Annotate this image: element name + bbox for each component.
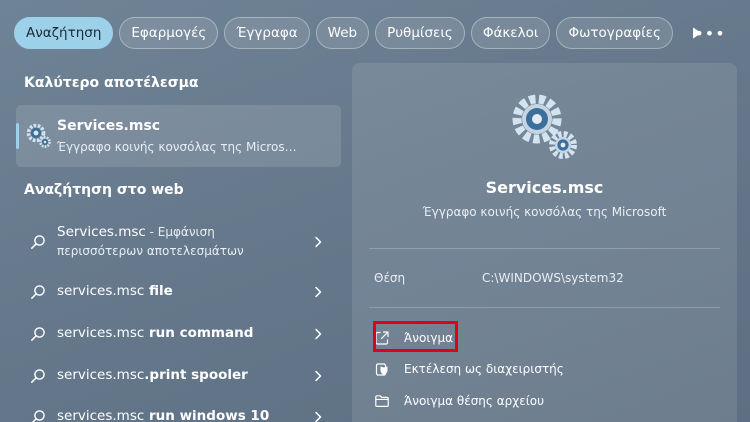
location-label: Θέση bbox=[374, 271, 406, 285]
web-result-query: services.msc bbox=[57, 367, 145, 383]
divider bbox=[369, 307, 720, 308]
web-result-label: services.msc run command bbox=[57, 325, 253, 341]
run-as-admin-label: Εκτέλεση ως διαχειριστής bbox=[404, 362, 564, 376]
details-title: Services.msc bbox=[485, 178, 604, 197]
tab-photos[interactable]: Φωτογραφίες bbox=[556, 17, 673, 49]
tab-settings[interactable]: Ρυθμίσεις bbox=[375, 17, 465, 49]
open-file-location-action[interactable]: Άνοιγμα θέσης αρχείου bbox=[374, 389, 544, 413]
search-icon bbox=[31, 285, 45, 299]
chevron-right-icon bbox=[315, 411, 322, 422]
tab-search[interactable]: Αναζήτηση bbox=[14, 17, 114, 49]
web-result-extra: - Εμφάνιση bbox=[145, 225, 215, 239]
search-icon bbox=[31, 327, 45, 341]
tab-documents[interactable]: Έγγραφα bbox=[224, 17, 310, 49]
web-result-item[interactable]: services.msc.print spooler bbox=[16, 363, 341, 389]
tab-folders[interactable]: Φάκελοι bbox=[470, 17, 551, 49]
chevron-right-icon bbox=[315, 370, 322, 382]
more-options-button[interactable]: ••• bbox=[694, 17, 724, 49]
search-icon bbox=[31, 410, 45, 422]
web-result-query: services.msc bbox=[57, 283, 145, 299]
tab-apps[interactable]: Εφαρμογές bbox=[119, 17, 219, 49]
web-result-label: Services.msc - Εμφάνιση bbox=[57, 224, 215, 240]
web-result-suffix: .print spooler bbox=[144, 367, 248, 383]
web-result-label: services.msc run windows 10 bbox=[57, 408, 269, 422]
web-result-suffix: run windows 10 bbox=[144, 408, 270, 422]
location-value: C:\WINDOWS\system32 bbox=[482, 271, 624, 285]
open-file-location-label: Άνοιγμα θέσης αρχείου bbox=[404, 394, 545, 408]
search-filter-tabs: Αναζήτηση Εφαρμογές Έγγραφα Web Ρυθμίσει… bbox=[14, 17, 740, 49]
web-result-item[interactable]: Services.msc - Εμφάνιση περισσότερων απο… bbox=[16, 220, 341, 264]
divider bbox=[369, 248, 720, 249]
web-result-item[interactable]: services.msc run command bbox=[16, 321, 341, 347]
web-result-suffix: file bbox=[144, 283, 173, 299]
run-as-admin-icon bbox=[375, 363, 388, 376]
web-result-item[interactable]: services.msc file bbox=[16, 279, 341, 305]
web-result-label: services.msc file bbox=[57, 283, 173, 299]
search-icon bbox=[31, 235, 45, 249]
best-match-heading: Καλύτερο αποτέλεσμα bbox=[24, 75, 199, 91]
run-as-admin-action[interactable]: Εκτέλεση ως διαχειριστής bbox=[374, 357, 564, 381]
chevron-right-icon bbox=[315, 328, 322, 340]
highlight-annotation-box bbox=[373, 321, 458, 352]
best-match-subtitle: Έγγραφο κοινής κονσόλας της Micros… bbox=[57, 140, 297, 154]
web-result-label: services.msc.print spooler bbox=[57, 367, 248, 383]
web-result-extra-line2: περισσότερων αποτελεσμάτων bbox=[57, 244, 244, 258]
web-result-query: Services.msc bbox=[57, 224, 146, 240]
web-search-heading: Αναζήτηση στο web bbox=[24, 182, 184, 198]
best-match-item[interactable]: Services.msc Έγγραφο κοινής κονσόλας της… bbox=[16, 105, 341, 167]
web-result-item[interactable]: services.msc run windows 10 bbox=[16, 404, 341, 422]
chevron-right-icon bbox=[315, 286, 322, 298]
best-match-title: Services.msc bbox=[57, 118, 161, 134]
folder-icon bbox=[375, 395, 389, 407]
details-subtitle: Έγγραφο κοινής κονσόλας της Microsoft bbox=[422, 205, 667, 219]
services-gear-icon bbox=[512, 94, 577, 159]
chevron-right-icon bbox=[315, 236, 322, 248]
selection-indicator bbox=[16, 123, 19, 149]
web-result-query: services.msc bbox=[57, 408, 145, 422]
search-icon bbox=[31, 369, 45, 383]
tab-web[interactable]: Web bbox=[315, 17, 370, 49]
web-result-suffix: run command bbox=[144, 325, 254, 341]
services-gear-icon bbox=[26, 123, 51, 148]
web-result-query: services.msc bbox=[57, 325, 145, 341]
result-details-panel: Services.msc Έγγραφο κοινής κονσόλας της… bbox=[352, 63, 737, 422]
